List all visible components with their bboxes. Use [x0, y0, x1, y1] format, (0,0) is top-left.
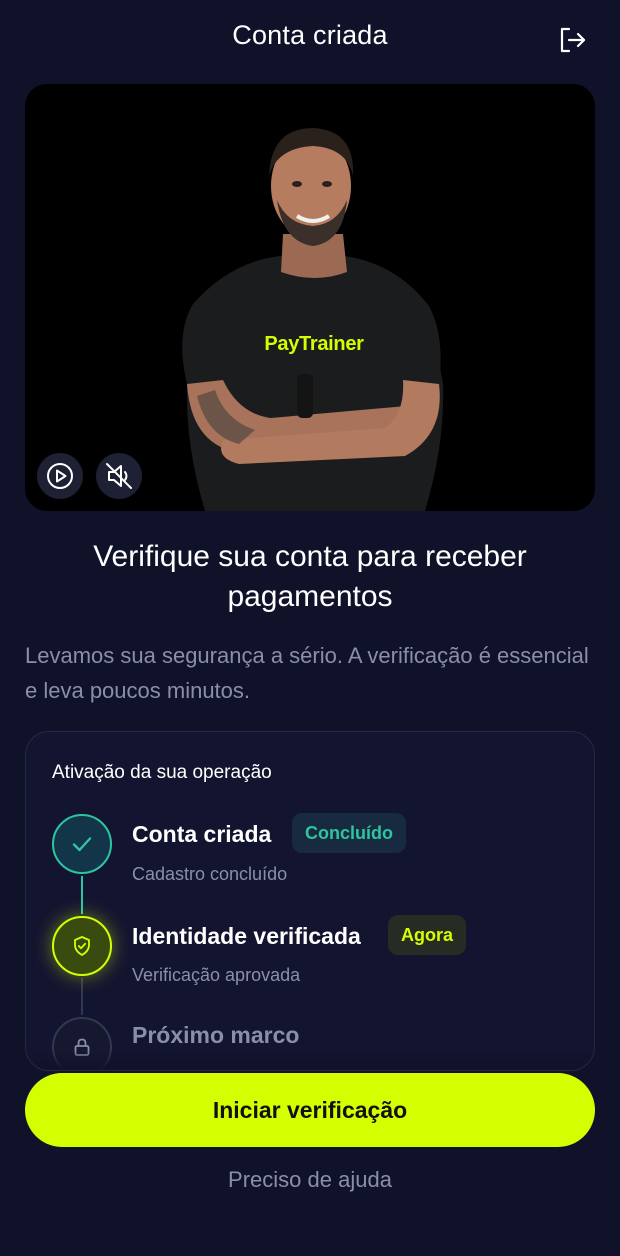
- verify-description: Levamos sua segurança a sério. A verific…: [25, 643, 589, 703]
- play-button[interactable]: [37, 453, 83, 499]
- step-status-current: [52, 916, 112, 976]
- step-title: Identidade verificada: [132, 923, 361, 949]
- logout-button[interactable]: [554, 22, 590, 58]
- status-badge: Agora: [388, 915, 467, 955]
- verify-headline: Verifique sua conta para receber pagamen…: [93, 540, 527, 613]
- trainer-image: [182, 128, 444, 511]
- progress-connector: [81, 978, 83, 1015]
- top-bar: Conta criada: [0, 0, 620, 78]
- shirt-brand-logo: PayTrainer: [264, 333, 364, 355]
- step-subtitle: Cadastro concluído: [132, 864, 288, 884]
- activation-progress-card: Ativação da sua operação Conta criada Co…: [25, 731, 595, 1071]
- step-title: Próximo marco: [132, 1022, 300, 1048]
- scroll-fade: [26, 1050, 594, 1070]
- card-title: Ativação da sua operação: [52, 762, 272, 783]
- step-subtitle: Verificação aprovada: [132, 965, 301, 985]
- mute-button[interactable]: [96, 453, 142, 499]
- mute-icon: [106, 463, 132, 489]
- step-status-done: [52, 814, 112, 874]
- help-link[interactable]: Preciso de ajuda: [0, 1167, 620, 1193]
- check-icon: [72, 837, 92, 852]
- step-title: Conta criada: [132, 821, 272, 847]
- logout-icon: [560, 27, 586, 53]
- shield-check-icon: [74, 936, 90, 956]
- page-title: Conta criada: [232, 20, 388, 50]
- status-badge: Concluído: [292, 813, 406, 853]
- progress-connector: [81, 876, 83, 914]
- play-icon: [47, 463, 73, 489]
- intro-video[interactable]: PayTrainer: [25, 84, 595, 511]
- start-verification-button[interactable]: Iniciar verificação: [25, 1073, 595, 1147]
